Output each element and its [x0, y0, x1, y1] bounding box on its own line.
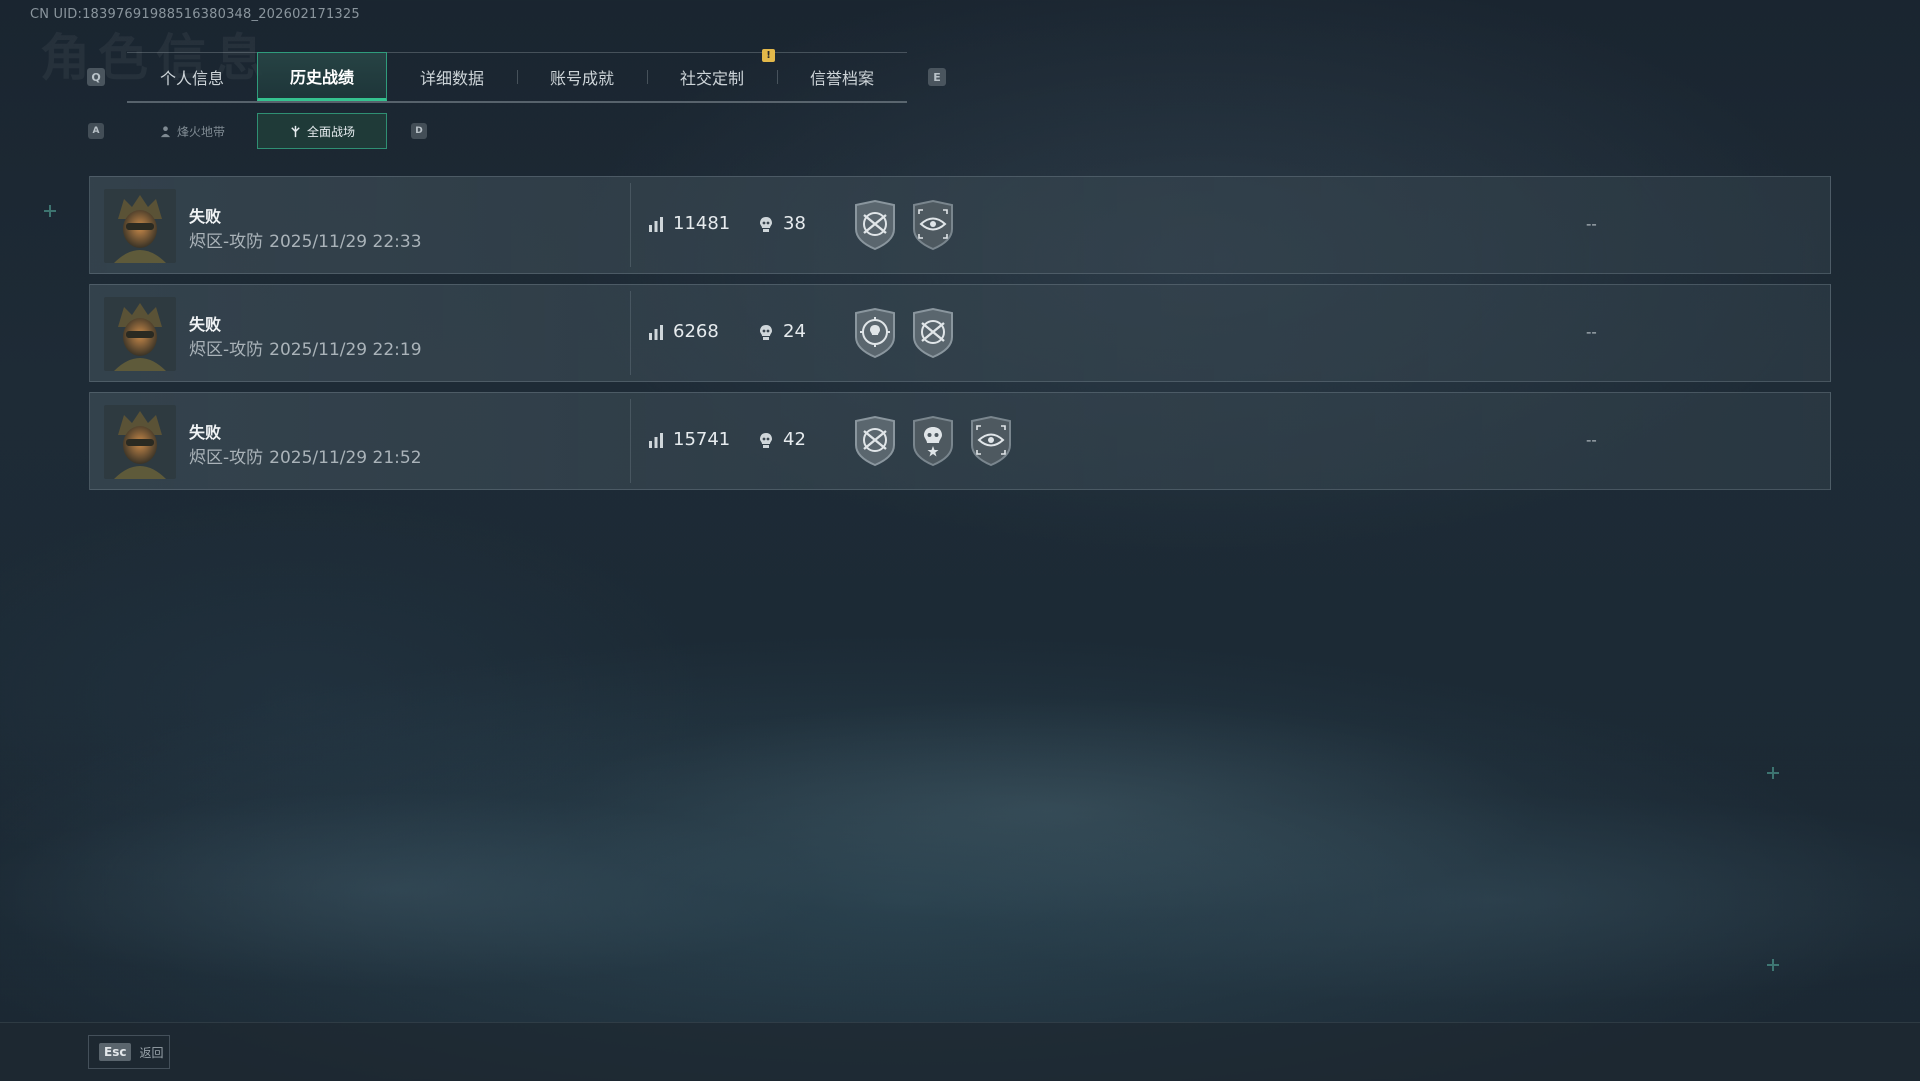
- match-result: 失败: [189, 423, 222, 442]
- match-record[interactable]: 失败 烬区-攻防 2025/11/29 21:52 15741 42 --: [89, 392, 1831, 490]
- match-record[interactable]: 失败 烬区-攻防 2025/11/29 22:19 6268 24 --: [89, 284, 1831, 382]
- extra-info: --: [1586, 323, 1597, 341]
- score-stat: 11481: [647, 213, 730, 234]
- skull-target-badge-icon[interactable]: [852, 307, 898, 359]
- match-result: 失败: [189, 315, 222, 334]
- operator-icon: [160, 125, 171, 137]
- kills-stat: 38: [757, 213, 806, 234]
- subtab-hazard-zone[interactable]: 烽火地带: [127, 113, 257, 149]
- prev-tab-key[interactable]: Q: [87, 68, 105, 86]
- crossed-rifles-badge-icon[interactable]: [910, 307, 956, 359]
- match-mode-time: 烬区-攻防 2025/11/29 21:52: [189, 448, 422, 468]
- skull-icon: [760, 432, 772, 448]
- divider: [630, 399, 631, 483]
- next-tab-key[interactable]: E: [928, 68, 946, 86]
- extra-info: --: [1586, 215, 1597, 233]
- kills-stat: 42: [757, 429, 806, 450]
- crosshair-decoration: [1767, 767, 1779, 779]
- medal-list: [852, 415, 1014, 467]
- uid-text: CN UID:18397691988516380348_202602171325: [30, 7, 360, 22]
- back-button[interactable]: Esc 返回: [88, 1035, 170, 1069]
- tab-personal-info[interactable]: 个人信息: [127, 53, 257, 101]
- operator-avatar: [104, 189, 176, 263]
- skull-icon: [760, 216, 772, 232]
- subtab-all-out-warfare[interactable]: 全面战场: [257, 113, 387, 149]
- medal-list: [852, 199, 956, 251]
- main-tabs: 个人信息 历史战绩 详细数据 账号成就 社交定制 信誉档案: [127, 52, 907, 103]
- alert-badge: !: [762, 49, 775, 62]
- battlefield-icon: [291, 125, 300, 137]
- eye-target-badge-icon[interactable]: [910, 199, 956, 251]
- tab-account-achievements[interactable]: 账号成就: [517, 53, 647, 101]
- bar-chart-icon: [649, 216, 663, 232]
- match-result: 失败: [189, 207, 222, 226]
- tab-social-customization[interactable]: 社交定制: [647, 53, 777, 101]
- crossed-rifles-badge-icon[interactable]: [852, 415, 898, 467]
- operator-avatar: [104, 405, 176, 479]
- match-mode-time: 烬区-攻防 2025/11/29 22:33: [189, 232, 422, 252]
- tab-match-history[interactable]: 历史战绩: [257, 52, 387, 101]
- bottom-bar: [0, 1022, 1920, 1081]
- extra-info: --: [1586, 431, 1597, 449]
- mode-subtabs: 烽火地带 全面战场: [127, 113, 387, 149]
- divider: [630, 291, 631, 375]
- tab-credit-record[interactable]: 信誉档案: [777, 53, 907, 101]
- score-stat: 15741: [647, 429, 730, 450]
- score-stat: 6268: [647, 321, 719, 342]
- operator-avatar: [104, 297, 176, 371]
- skull-star-badge-icon[interactable]: [910, 415, 956, 467]
- kills-stat: 24: [757, 321, 806, 342]
- background-fog: [0, 640, 1920, 1020]
- prev-subtab-key[interactable]: A: [88, 123, 104, 139]
- match-record[interactable]: 失败 烬区-攻防 2025/11/29 22:33 11481 38 --: [89, 176, 1831, 274]
- bar-chart-icon: [649, 432, 663, 448]
- crossed-rifles-badge-icon[interactable]: [852, 199, 898, 251]
- bar-chart-icon: [649, 324, 663, 340]
- next-subtab-key[interactable]: D: [411, 123, 427, 139]
- match-history-list: 失败 烬区-攻防 2025/11/29 22:33 11481 38 -- 失败 …: [89, 176, 1831, 500]
- eye-target-badge-icon[interactable]: [968, 415, 1014, 467]
- skull-icon: [760, 324, 772, 340]
- back-label: 返回: [139, 1045, 164, 1060]
- medal-list: [852, 307, 956, 359]
- match-mode-time: 烬区-攻防 2025/11/29 22:19: [189, 340, 422, 360]
- tab-detailed-data[interactable]: 详细数据: [387, 53, 517, 101]
- divider: [630, 183, 631, 267]
- crosshair-decoration: [1767, 959, 1779, 971]
- esc-key: Esc: [99, 1043, 132, 1061]
- crosshair-decoration: [44, 205, 56, 217]
